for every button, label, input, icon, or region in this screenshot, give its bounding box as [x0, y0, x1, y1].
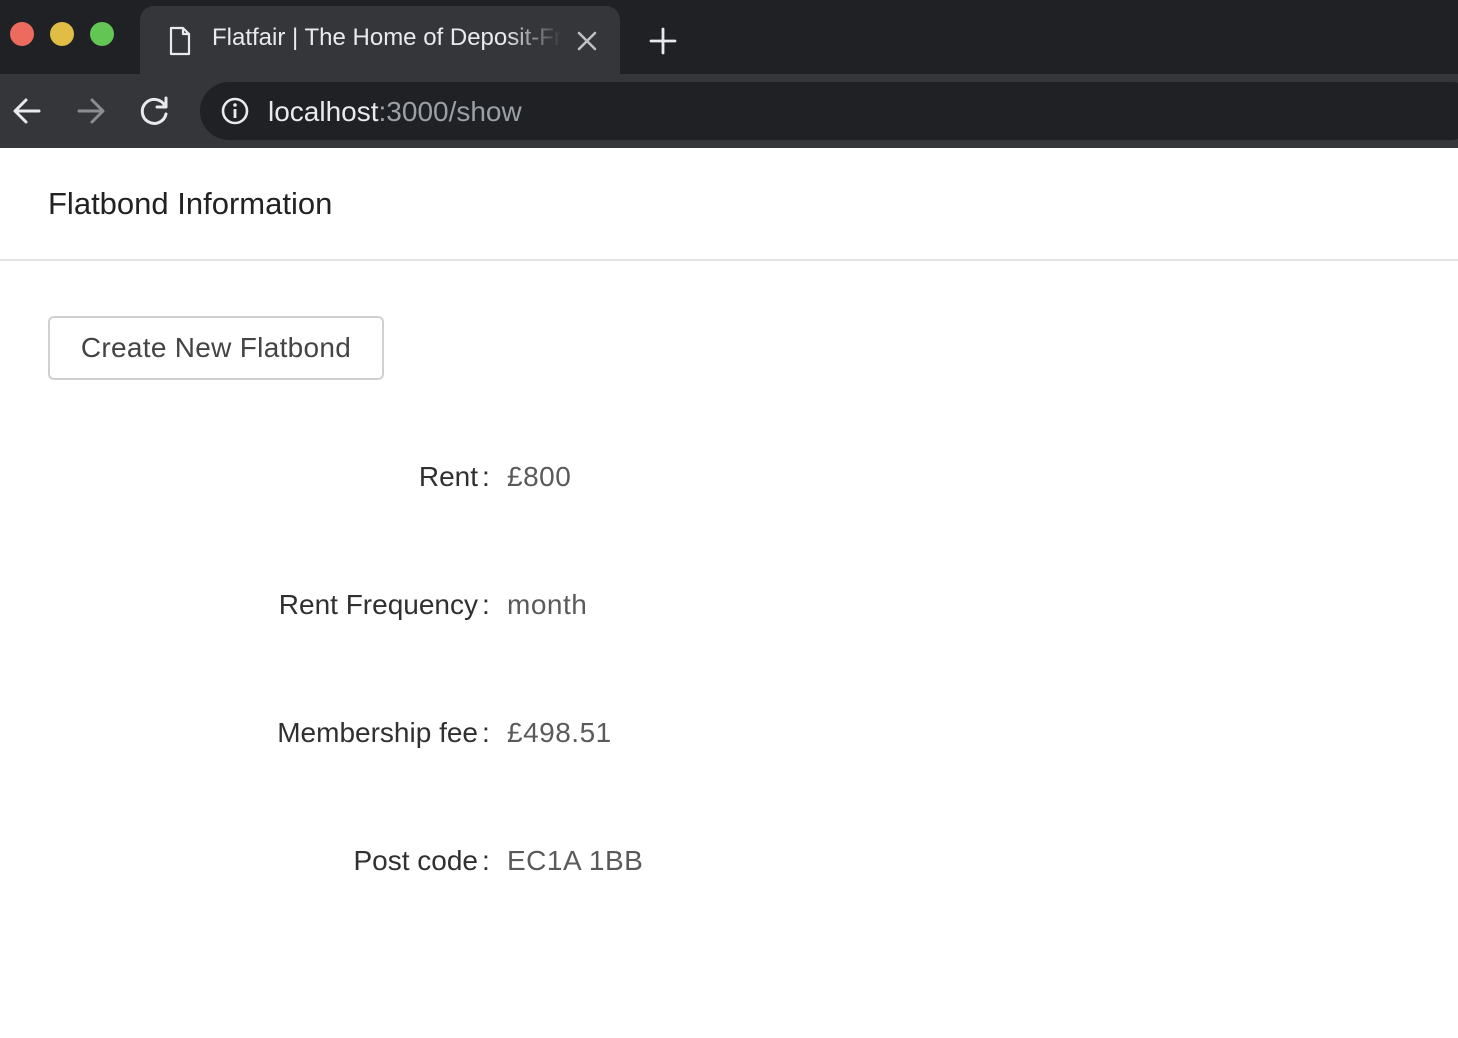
url-host: localhost	[268, 96, 379, 127]
browser-tab[interactable]: Flatfair | The Home of Deposit-Free Rent…	[140, 6, 620, 74]
tab-title: Flatfair | The Home of Deposit-Free Rent…	[212, 24, 562, 51]
label-separator: :	[482, 717, 490, 748]
label-separator: :	[482, 589, 490, 620]
post-code-value: EC1A 1BB	[507, 845, 644, 876]
url-path: :3000/show	[378, 96, 522, 127]
browser-tab-bar: Flatfair | The Home of Deposit-Free Rent…	[0, 0, 1458, 74]
rent-frequency-label: Rent Frequency	[278, 589, 478, 620]
info-row-membership-fee: Membership fee : £498.51	[0, 713, 1000, 753]
reload-icon[interactable]	[138, 94, 172, 128]
tab-close-icon[interactable]	[574, 28, 600, 54]
info-icon[interactable]	[220, 96, 250, 126]
info-row-post-code: Post code : EC1A 1BB	[0, 841, 1000, 881]
rent-frequency-value: month	[507, 589, 588, 620]
forward-arrow-icon[interactable]	[74, 94, 108, 128]
rent-value: £800	[507, 461, 572, 492]
membership-fee-label: Membership fee	[277, 717, 478, 748]
window-close-button[interactable]	[10, 22, 34, 46]
page-content: Flatbond Information Create New Flatbond…	[0, 148, 1458, 1038]
post-code-label: Post code	[353, 845, 478, 876]
browser-toolbar: localhost:3000/show	[0, 74, 1458, 148]
address-bar[interactable]: localhost:3000/show	[200, 82, 1458, 140]
page-title: Flatbond Information	[48, 186, 333, 221]
label-separator: :	[482, 461, 490, 492]
window-maximize-button[interactable]	[90, 22, 114, 46]
label-separator: :	[482, 845, 490, 876]
url-text[interactable]: localhost:3000/show	[268, 96, 522, 128]
window-minimize-button[interactable]	[50, 22, 74, 46]
new-tab-plus-icon[interactable]	[648, 26, 678, 56]
create-new-flatbond-button[interactable]: Create New Flatbond	[48, 316, 384, 380]
info-row-rent-frequency: Rent Frequency : month	[0, 585, 1000, 625]
page-header: Flatbond Information	[0, 148, 1458, 261]
info-row-rent: Rent : £800	[0, 457, 1000, 497]
rent-label: Rent	[418, 461, 478, 492]
back-arrow-icon[interactable]	[10, 94, 44, 128]
membership-fee-value: £498.51	[507, 717, 612, 748]
document-icon	[168, 26, 192, 56]
